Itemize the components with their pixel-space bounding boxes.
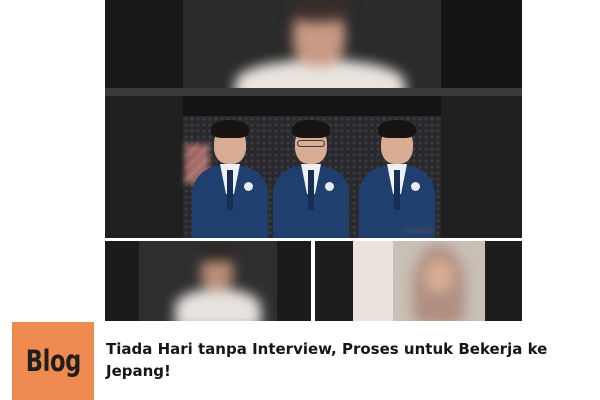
tile-background [105, 96, 183, 238]
article-title[interactable]: Tiada Hari tanpa Interview, Proses untuk… [106, 338, 576, 382]
tile-divider [105, 88, 522, 96]
name-badge-icon [325, 182, 334, 191]
tile-background [441, 0, 522, 96]
watermark [403, 228, 433, 232]
blog-thumbnail: Blog Tiada Hari tanpa Interview, Proses … [0, 0, 600, 400]
blog-badge: Blog [12, 322, 94, 400]
glasses-icon [297, 140, 325, 147]
video-tile-participant [105, 241, 311, 321]
blog-badge-label: Blog [25, 344, 81, 378]
student-person [355, 120, 439, 238]
tile-background [105, 0, 183, 96]
student-person [269, 120, 353, 238]
video-tile-participant [315, 241, 522, 321]
tile-background [441, 96, 522, 238]
video-tile-students [105, 96, 522, 238]
video-tile-interviewer [105, 0, 522, 96]
tile-background [183, 96, 441, 116]
student-person [188, 120, 272, 238]
tile-background [353, 241, 393, 321]
name-badge-icon [244, 182, 253, 191]
name-badge-icon [411, 182, 420, 191]
